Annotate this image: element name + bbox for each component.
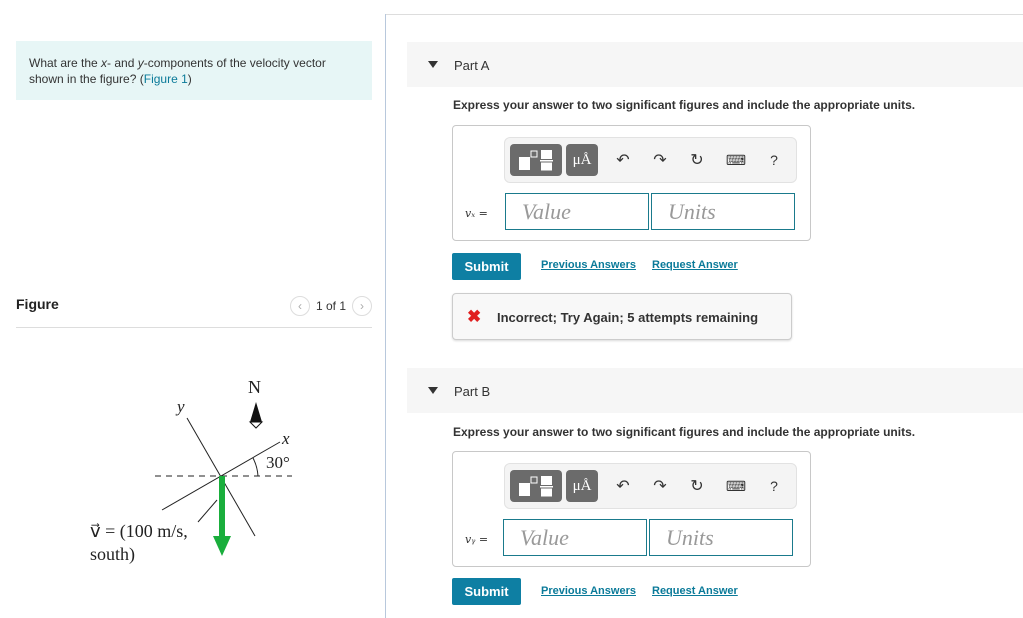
keyboard-button[interactable]: ⌨ bbox=[722, 470, 750, 502]
pager-text: 1 of 1 bbox=[315, 299, 346, 313]
units-icon: μÅ bbox=[572, 151, 592, 168]
redo-button[interactable]: ↷ bbox=[646, 470, 674, 502]
redo-icon: ↷ bbox=[653, 152, 667, 169]
templates-icon bbox=[519, 150, 553, 171]
pane-divider[interactable] bbox=[385, 14, 386, 618]
vector-label-line2: south) bbox=[90, 544, 135, 565]
units-icon: μÅ bbox=[572, 477, 592, 494]
part-a-answer-box: μÅ ↶ ↷ ↻ ⌨ ? vₓ = Value Units bbox=[452, 125, 811, 241]
reset-button[interactable]: ↻ bbox=[683, 470, 711, 502]
angle-label: 30° bbox=[266, 453, 290, 472]
keyboard-button[interactable]: ⌨ bbox=[722, 144, 750, 176]
keyboard-icon: ⌨ bbox=[725, 477, 747, 494]
vx-units-input[interactable]: Units bbox=[651, 193, 795, 230]
vx-label: vₓ = bbox=[465, 207, 488, 220]
angle-arc bbox=[252, 457, 259, 477]
templates-icon bbox=[519, 476, 553, 497]
prev-figure-button[interactable]: ‹ bbox=[289, 296, 310, 316]
part-a-request-answer-link[interactable]: Request Answer bbox=[652, 259, 738, 271]
help-icon: ? bbox=[770, 152, 778, 168]
velocity-vector-shaft bbox=[219, 476, 225, 538]
templates-button[interactable] bbox=[510, 144, 562, 176]
part-b-header[interactable]: Part B bbox=[407, 368, 1023, 413]
undo-button[interactable]: ↶ bbox=[609, 470, 637, 502]
feedback-message: Incorrect; Try Again; 5 attempts remaini… bbox=[497, 310, 759, 325]
vy-label: vᵧ = bbox=[465, 533, 489, 546]
north-label: N bbox=[248, 377, 261, 397]
part-a-feedback: ✖ Incorrect; Try Again; 5 attempts remai… bbox=[452, 293, 792, 340]
part-b-request-answer-link[interactable]: Request Answer bbox=[652, 585, 738, 597]
collapse-triangle-icon bbox=[428, 387, 438, 394]
collapse-triangle-icon bbox=[428, 61, 438, 68]
reset-icon: ↻ bbox=[690, 478, 704, 495]
help-button[interactable]: ? bbox=[760, 470, 788, 502]
templates-button[interactable] bbox=[510, 470, 562, 502]
chevron-left-icon: ‹ bbox=[297, 299, 302, 313]
figure-image: N y x 30° v⃗ = (100 m/s, south) bbox=[90, 377, 292, 565]
keyboard-icon: ⌨ bbox=[725, 151, 747, 168]
undo-icon: ↶ bbox=[616, 152, 630, 169]
part-a-instructions: Express your answer to two significant f… bbox=[453, 98, 916, 112]
help-button[interactable]: ? bbox=[760, 144, 788, 176]
vy-value-input[interactable]: Value bbox=[503, 519, 647, 556]
part-b-previous-answers-link[interactable]: Previous Answers bbox=[541, 585, 636, 597]
redo-button[interactable]: ↷ bbox=[646, 144, 674, 176]
reset-icon: ↻ bbox=[690, 152, 704, 169]
part-a-previous-answers-link[interactable]: Previous Answers bbox=[541, 259, 636, 271]
figure-title: Figure bbox=[16, 296, 59, 312]
part-b-submit-button[interactable]: Submit bbox=[452, 578, 521, 605]
figure-pager: ‹ 1 of 1 › bbox=[289, 296, 372, 316]
vx-value-input[interactable]: Value bbox=[505, 193, 649, 230]
part-b-toolbar: μÅ ↶ ↷ ↻ ⌨ ? bbox=[504, 463, 797, 509]
chevron-right-icon: › bbox=[360, 299, 364, 313]
figure-header: Figure ‹ 1 of 1 › bbox=[16, 293, 372, 328]
question-prompt: What are the x- and y-components of the … bbox=[16, 41, 372, 100]
reset-button[interactable]: ↻ bbox=[683, 144, 711, 176]
part-a-toolbar: μÅ ↶ ↷ ↻ ⌨ ? bbox=[504, 137, 797, 183]
vector-label-line1: v⃗ = (100 m/s, bbox=[90, 521, 188, 542]
help-icon: ? bbox=[770, 478, 778, 494]
y-axis-label: y bbox=[175, 397, 185, 416]
part-b-answer-box: μÅ ↶ ↷ ↻ ⌨ ? vᵧ = Value Units bbox=[452, 451, 811, 567]
part-a-submit-button[interactable]: Submit bbox=[452, 253, 521, 280]
vector-leader-line bbox=[197, 499, 218, 523]
part-a-label: Part A bbox=[454, 58, 490, 73]
top-divider bbox=[385, 14, 1023, 15]
north-arrow-tail bbox=[248, 421, 264, 429]
part-b-label: Part B bbox=[454, 384, 491, 399]
part-b-instructions: Express your answer to two significant f… bbox=[453, 425, 916, 439]
error-x-icon: ✖ bbox=[467, 307, 482, 326]
x-axis-label: x bbox=[281, 429, 290, 448]
part-a-header[interactable]: Part A bbox=[407, 42, 1023, 87]
units-button[interactable]: μÅ bbox=[566, 144, 598, 176]
redo-icon: ↷ bbox=[653, 478, 667, 495]
figure-link[interactable]: Figure 1 bbox=[144, 72, 188, 86]
velocity-vector-head bbox=[213, 536, 231, 556]
units-button[interactable]: μÅ bbox=[566, 470, 598, 502]
vy-units-input[interactable]: Units bbox=[649, 519, 793, 556]
undo-icon: ↶ bbox=[616, 478, 630, 495]
undo-button[interactable]: ↶ bbox=[609, 144, 637, 176]
next-figure-button[interactable]: › bbox=[352, 296, 372, 316]
north-arrow-icon bbox=[250, 402, 262, 422]
